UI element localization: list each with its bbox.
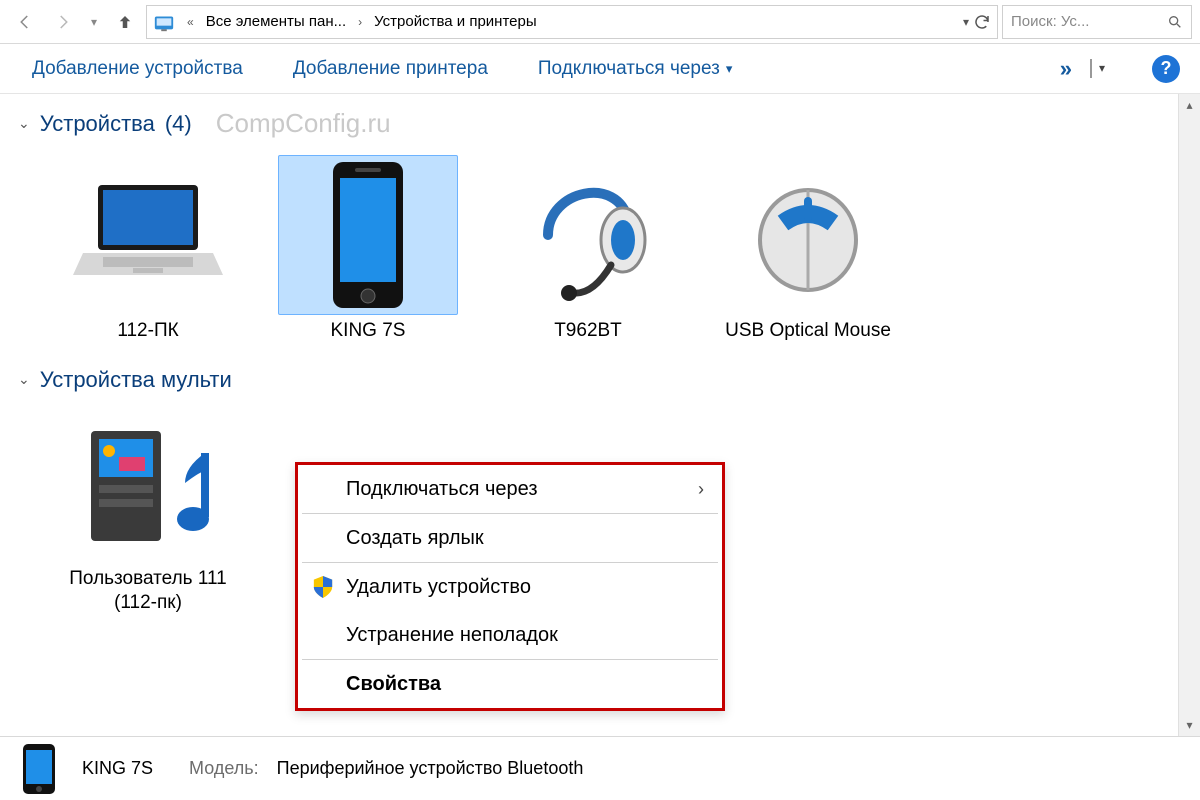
details-pane: KING 7S Модель: Периферийное устройство …	[0, 736, 1200, 800]
view-options-button[interactable]	[1090, 59, 1092, 78]
devices-list: 112-ПК KING 7S	[18, 145, 1182, 363]
devices-group-count: (4)	[165, 111, 192, 137]
device-item-laptop[interactable]: 112-ПК	[58, 155, 238, 343]
control-panel-icon	[153, 11, 175, 33]
add-device-button[interactable]: Добавление устройства	[32, 58, 243, 80]
content-area: ⌄ Устройства (4) CompConfig.ru 112-ПК	[0, 94, 1200, 736]
smartphone-icon	[323, 160, 413, 310]
device-item-phone[interactable]: KING 7S	[278, 155, 458, 343]
address-dropdown[interactable]: ▾	[963, 15, 969, 29]
device-label: USB Optical Mouse	[718, 319, 898, 343]
chevron-down-icon: ▾	[726, 61, 733, 77]
vertical-scrollbar[interactable]: ▴ ▾	[1178, 94, 1200, 736]
multimedia-group-title: Устройства мульти	[40, 367, 232, 393]
toolbar-overflow-button[interactable]: »	[1060, 56, 1072, 82]
scroll-up-button[interactable]: ▴	[1179, 94, 1200, 116]
multimedia-group-header[interactable]: ⌄ Устройства мульти	[18, 367, 1182, 393]
arrow-left-icon	[16, 13, 34, 31]
search-icon	[1167, 14, 1183, 30]
ctx-create-shortcut[interactable]: Создать ярлык	[298, 514, 722, 562]
chevron-right-icon: ›	[352, 15, 368, 29]
ctx-properties[interactable]: Свойства	[298, 660, 722, 708]
forward-button[interactable]	[46, 5, 80, 39]
ctx-item-label: Создать ярлык	[346, 527, 484, 550]
bluetooth-headset-icon	[523, 165, 653, 305]
ctx-remove-device[interactable]: Удалить устройство	[298, 563, 722, 611]
ctx-item-label: Подключаться через	[346, 478, 538, 501]
up-button[interactable]	[108, 5, 142, 39]
device-label: Пользователь 111 (112-пк)	[58, 567, 238, 615]
details-name: KING 7S	[82, 758, 153, 779]
ctx-connect-via[interactable]: Подключаться через ›	[298, 465, 722, 513]
details-model-value: Периферийное устройство Bluetooth	[277, 758, 584, 779]
breadcrumb-1[interactable]: Все элементы пан...	[206, 13, 346, 30]
history-chevron-icon[interactable]: «	[181, 15, 200, 29]
details-model-key: Модель:	[189, 758, 259, 779]
device-label: KING 7S	[278, 319, 458, 343]
ctx-troubleshoot[interactable]: Устранение неполадок	[298, 611, 722, 659]
devices-group-header[interactable]: ⌄ Устройства (4) CompConfig.ru	[18, 108, 1182, 139]
ctx-item-label: Устранение неполадок	[346, 624, 558, 647]
media-server-icon	[73, 413, 223, 553]
back-button[interactable]	[8, 5, 42, 39]
scroll-down-button[interactable]: ▾	[1179, 714, 1200, 736]
command-bar: Добавление устройства Добавление принтер…	[0, 44, 1200, 94]
search-placeholder: Поиск: Ус...	[1011, 13, 1161, 30]
details-device-icon	[14, 744, 64, 794]
ctx-item-label: Свойства	[346, 673, 441, 696]
context-menu: Подключаться через › Создать ярлык Удали…	[295, 462, 725, 711]
collapse-chevron-icon[interactable]: ⌄	[18, 371, 30, 388]
recent-dropdown[interactable]: ▾	[84, 5, 104, 39]
breadcrumb-2[interactable]: Устройства и принтеры	[374, 13, 536, 30]
help-button[interactable]: ?	[1152, 55, 1180, 83]
connect-via-button[interactable]: Подключаться через ▾	[538, 58, 732, 80]
device-label: T962BT	[498, 319, 678, 343]
device-item-media-pc[interactable]: Пользователь 111 (112-пк)	[58, 403, 238, 615]
arrow-up-icon	[116, 13, 134, 31]
device-item-headset[interactable]: T962BT	[498, 155, 678, 343]
watermark-text: CompConfig.ru	[216, 108, 391, 139]
ctx-item-label: Удалить устройство	[346, 576, 531, 599]
add-printer-button[interactable]: Добавление принтера	[293, 58, 488, 80]
address-field[interactable]: « Все элементы пан... › Устройства и при…	[146, 5, 998, 39]
uac-shield-icon	[312, 575, 334, 599]
refresh-icon[interactable]	[973, 13, 991, 31]
collapse-chevron-icon[interactable]: ⌄	[18, 115, 30, 132]
device-item-mouse[interactable]: USB Optical Mouse	[718, 155, 898, 343]
connect-via-label: Подключаться через	[538, 58, 720, 80]
address-bar: ▾ « Все элементы пан... › Устройства и п…	[0, 0, 1200, 44]
arrow-right-icon	[54, 13, 72, 31]
search-input[interactable]: Поиск: Ус...	[1002, 5, 1192, 39]
devices-group-title: Устройства	[40, 111, 155, 137]
submenu-arrow-icon: ›	[698, 479, 704, 500]
mouse-icon	[743, 175, 873, 295]
device-label: 112-ПК	[58, 319, 238, 343]
laptop-icon	[73, 175, 223, 295]
